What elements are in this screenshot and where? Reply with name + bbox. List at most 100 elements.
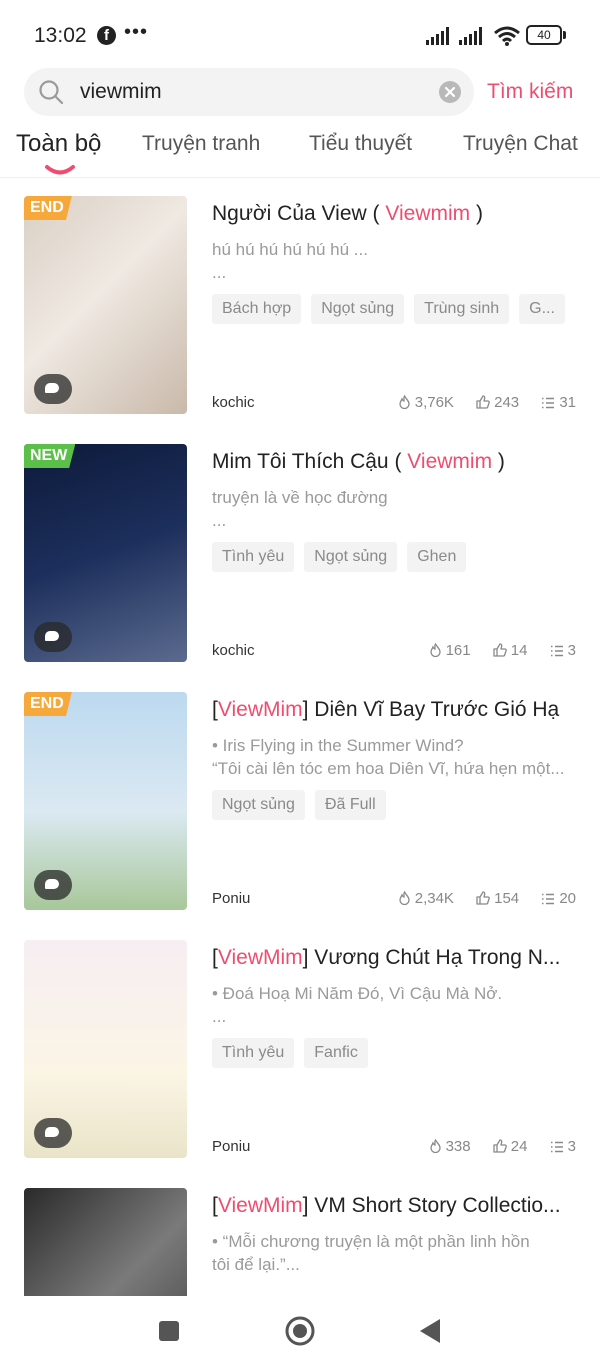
chat-bubble-icon (34, 1118, 72, 1148)
genre-tag[interactable]: Fanfic (304, 1038, 368, 1068)
chapter-list-icon (550, 642, 568, 659)
list-item[interactable]: NEW Mim Tôi Thích Cậu ( Viewmim ) truyện… (0, 444, 600, 664)
chapters-stat: 20 (541, 890, 576, 907)
clear-icon[interactable] (439, 81, 461, 103)
recent-apps-button[interactable] (158, 1320, 180, 1342)
views-stat: 161 (429, 642, 471, 659)
author-name[interactable]: Poniu (212, 890, 250, 907)
story-stats: 338 24 3 (411, 1138, 576, 1155)
story-stats: 3,76K 243 31 (380, 394, 576, 411)
description-line: ... (212, 1007, 227, 1026)
views-count: 338 (445, 1138, 471, 1155)
tag-list: Ngọt sủng Đã Full (212, 790, 576, 822)
list-item[interactable]: [ViewMim] Vương Chút Hạ Trong N... • Đoá… (0, 940, 600, 1160)
genre-tag[interactable]: Ngọt sủng (304, 542, 398, 572)
chapters-count: 3 (567, 1138, 576, 1155)
more-notifications-icon: ••• (124, 21, 149, 43)
title-suffix: ] Vương Chút Hạ Trong N... (302, 946, 561, 969)
story-title[interactable]: [ViewMim] Vương Chút Hạ Trong N... (212, 946, 582, 970)
title-prefix: Người Của View ( (212, 202, 386, 225)
tab-chat-stories[interactable]: Truyện Chat (463, 132, 578, 156)
likes-count: 24 (510, 1138, 528, 1155)
like-icon (476, 394, 494, 411)
views-icon (398, 890, 415, 907)
genre-tag[interactable]: Tình yêu (212, 542, 295, 572)
story-title[interactable]: Mim Tôi Thích Cậu ( Viewmim ) (212, 450, 582, 474)
chapters-count: 20 (559, 890, 576, 907)
chat-bubble-icon (34, 374, 72, 404)
status-bar: 13:02 f ••• 40 (0, 0, 600, 70)
story-stats: 2,34K 154 20 (380, 890, 576, 907)
chapter-list-icon (550, 1138, 568, 1155)
cover-image[interactable] (24, 940, 187, 1158)
tag-list: Tình yêu Fanfic (212, 1038, 576, 1070)
story-description: • Iris Flying in the Summer Wind? “Tôi cà… (212, 734, 576, 780)
genre-tag[interactable]: Bách hợp (212, 294, 302, 324)
story-title[interactable]: Người Của View ( Viewmim ) (212, 202, 582, 226)
tab-novels[interactable]: Tiểu thuyết (309, 132, 412, 156)
chapters-count: 31 (559, 394, 576, 411)
story-title[interactable]: [ViewMim] VM Short Story Collectio... (212, 1194, 582, 1218)
likes-stat: 14 (493, 642, 528, 659)
search-input[interactable]: viewmim (24, 68, 474, 116)
views-stat: 338 (429, 1138, 471, 1155)
views-stat: 3,76K (398, 394, 454, 411)
likes-stat: 24 (493, 1138, 528, 1155)
system-nav-bar (0, 1296, 600, 1367)
likes-stat: 154 (476, 890, 519, 907)
home-button[interactable] (284, 1315, 316, 1347)
genre-tag[interactable]: Ghen (407, 542, 467, 572)
chat-bubble-icon (34, 870, 72, 900)
wifi-icon (494, 26, 520, 46)
genre-tag[interactable]: Ngọt sủng (311, 294, 405, 324)
author-name[interactable]: kochic (212, 394, 255, 411)
tab-comics[interactable]: Truyện tranh (142, 132, 260, 156)
chapter-list-icon (541, 394, 559, 411)
likes-count: 243 (494, 394, 520, 411)
genre-tag[interactable]: Tình yêu (212, 1038, 295, 1068)
cover-image[interactable]: END (24, 692, 187, 910)
title-highlight: ViewMim (217, 1194, 303, 1217)
category-tabs: Toàn bộ Truyện tranh Tiểu thuyết Truyện … (0, 126, 600, 178)
description-line: tôi để lại.”... (212, 1255, 300, 1274)
genre-tag[interactable]: G... (519, 294, 565, 324)
views-icon (429, 1138, 446, 1155)
signal-icon (426, 27, 449, 45)
views-count: 161 (445, 642, 471, 659)
chapter-list-icon (541, 890, 559, 907)
facebook-icon: f (97, 26, 116, 45)
story-stats: 161 14 3 (411, 642, 576, 659)
likes-count: 14 (510, 642, 528, 659)
search-button[interactable]: Tìm kiếm (487, 80, 573, 104)
story-title[interactable]: [ViewMim] Diên Vĩ Bay Trước Gió Hạ (212, 698, 582, 722)
like-icon (476, 890, 494, 907)
search-query: viewmim (80, 80, 162, 103)
genre-tag[interactable]: Trùng sinh (414, 294, 510, 324)
cover-image[interactable]: END (24, 196, 187, 414)
chat-bubble-icon (34, 622, 72, 652)
cover-image[interactable]: NEW (24, 444, 187, 662)
chapters-stat: 31 (541, 394, 576, 411)
title-highlight: ViewMim (217, 946, 303, 969)
story-description: • “Mỗi chương truyện là một phần linh hồ… (212, 1230, 576, 1276)
author-name[interactable]: Poniu (212, 1138, 250, 1155)
title-highlight: Viewmim (385, 202, 471, 225)
status-badge: END (24, 692, 72, 716)
signal-icon-2 (459, 27, 482, 45)
tab-all[interactable]: Toàn bộ (16, 130, 101, 158)
chapters-stat: 3 (550, 642, 576, 659)
list-item[interactable]: END [ViewMim] Diên Vĩ Bay Trước Gió Hạ •… (0, 692, 600, 912)
title-highlight: Viewmim (407, 450, 493, 473)
views-count: 3,76K (414, 394, 454, 411)
description-line: ... (212, 263, 227, 282)
story-description: hú hú hú hú hú hú ...... (212, 238, 576, 284)
views-icon (398, 394, 415, 411)
list-item[interactable]: END Người Của View ( Viewmim ) hú hú hú … (0, 196, 600, 416)
back-button[interactable] (418, 1317, 442, 1345)
genre-tag[interactable]: Ngọt sủng (212, 790, 305, 820)
status-time: 13:02 (34, 24, 87, 47)
genre-tag[interactable]: Đã Full (314, 790, 386, 820)
like-icon (493, 642, 511, 659)
search-icon (39, 80, 64, 105)
author-name[interactable]: kochic (212, 642, 255, 659)
